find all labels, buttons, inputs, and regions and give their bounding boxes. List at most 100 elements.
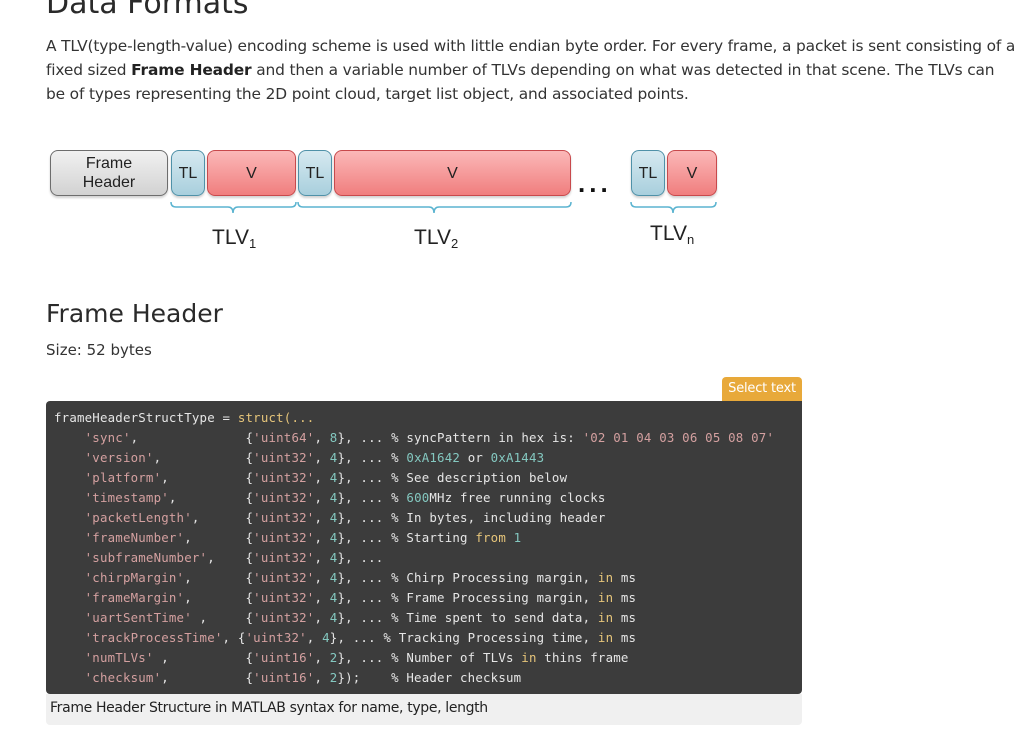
field-comment: % [391, 490, 407, 505]
field-comment: % Number of TLVs [391, 650, 522, 665]
field-comment: % In bytes, including header [391, 510, 606, 525]
field-size: 4 [322, 630, 330, 645]
tlvn-v-block: V [667, 150, 717, 196]
tlv2-label: TLV2 [414, 226, 459, 251]
code-line: 'timestamp', {'uint32', 4}, ... % 600MHz… [84, 490, 606, 505]
tlv2-v-block: V [334, 150, 571, 196]
field-comment: ms [613, 630, 637, 645]
field-comment: ms [613, 590, 637, 605]
field-comment: in [597, 630, 614, 645]
code-line: 'trackProcessTime', {'uint32', 4}, ... %… [84, 630, 637, 645]
field-type: 'uint32' [245, 630, 307, 645]
field-name: 'version' [84, 450, 154, 465]
tlv2-brace [297, 201, 572, 214]
field-comment: in [597, 610, 614, 625]
field-comment: 600 [406, 490, 430, 505]
field-comment: in [597, 570, 614, 585]
frame-header-title: Frame Header [46, 299, 223, 328]
tlv1-v-block: V [207, 150, 296, 196]
code-line: 'platform', {'uint32', 4}, ... % See des… [84, 470, 568, 485]
code-line: 'subframeNumber', {'uint32', 4}, ... [84, 550, 384, 565]
tlv1-tl-block: TL [171, 150, 205, 196]
field-comment: 0xA1443 [490, 450, 545, 465]
code-block[interactable]: frameHeaderStructType = struct(... 'sync… [46, 401, 802, 694]
frame-header-label-line2: Header [82, 174, 136, 191]
field-comment: hex is: [513, 430, 583, 445]
field-name: 'frameNumber' [84, 530, 185, 545]
code-line: 'uartSentTime' , {'uint32', 4}, ... % Ti… [84, 610, 637, 625]
field-comment: in [498, 430, 514, 445]
v-label: V [686, 164, 698, 182]
field-comment: ms [613, 570, 637, 585]
field-comment [506, 530, 514, 545]
field-type: 'uint16' [253, 670, 315, 685]
field-type: 'uint32' [253, 590, 315, 605]
section-title: Data Formats [46, 0, 249, 21]
field-comment: % Header checksum [391, 670, 522, 685]
field-comment: ms [613, 610, 637, 625]
field-name: 'platform' [84, 470, 162, 485]
field-name: 'frameMargin' [84, 590, 185, 605]
code-caption: Frame Header Structure in MATLAB syntax … [46, 694, 802, 725]
field-comment: % syncPattern [391, 430, 499, 445]
field-type: 'uint32' [253, 450, 315, 465]
field-type: 'uint32' [253, 570, 315, 585]
field-name: 'trackProcessTime' [84, 630, 223, 645]
field-comment: % See description below [391, 470, 568, 485]
v-label: V [246, 164, 257, 182]
code-line: 'frameNumber', {'uint32', 4}, ... % Star… [84, 530, 522, 545]
field-comment: '02 01 04 03 06 05 08 07' [582, 430, 775, 445]
field-comment: 0xA1642 [406, 450, 461, 465]
field-type: 'uint32' [253, 550, 315, 565]
frame-header-size: Size: 52 bytes [46, 341, 152, 359]
field-type: 'uint32' [253, 530, 315, 545]
tlv1-label: TLV1 [212, 226, 257, 251]
tlv-packet-diagram: Frame Header TL V TL V ... TL V TLV1 TLV2… [46, 146, 726, 256]
tlv2-tl-block: TL [298, 150, 332, 196]
field-comment: % [391, 450, 407, 465]
field-comment: 1 [513, 530, 522, 545]
field-name: 'sync' [84, 430, 131, 445]
tlv1-brace [170, 201, 297, 214]
field-comment: or [460, 450, 491, 465]
field-type: 'uint64' [253, 430, 315, 445]
tlvn-label: TLVn [650, 222, 695, 247]
code-line: 'version', {'uint32', 4}, ... % 0xA1642 … [84, 450, 545, 465]
field-type: 'uint32' [253, 490, 315, 505]
field-type: 'uint16' [253, 650, 315, 665]
field-comment: % Chirp Processing margin, [391, 570, 598, 585]
field-name: 'numTLVs' [84, 650, 154, 665]
ellipsis: ... [578, 168, 612, 198]
tlvn-brace [630, 201, 717, 214]
tl-label: TL [178, 164, 198, 182]
field-comment: MHz free running clocks [429, 490, 606, 505]
select-text-button[interactable]: Select text [722, 377, 802, 401]
frame-header-label-line1: Frame [85, 155, 133, 172]
field-type: 'uint32' [253, 610, 315, 625]
field-name: 'chirpMargin' [84, 570, 185, 585]
tlvn-tl-block: TL [631, 150, 665, 196]
field-type: 'uint32' [253, 510, 315, 525]
field-comment: % Frame Processing margin, [391, 590, 598, 605]
field-name: 'packetLength' [84, 510, 192, 525]
field-name: 'subframeNumber' [84, 550, 208, 565]
field-comment: % Starting [391, 530, 476, 545]
v-label: V [447, 164, 458, 182]
field-comment: in [597, 590, 614, 605]
code-line: 'frameMargin', {'uint32', 4}, ... % Fram… [84, 590, 637, 605]
frame-header-block: Frame Header [50, 150, 168, 196]
field-name: 'uartSentTime' [84, 610, 192, 625]
field-comment: % Tracking Processing time, [383, 630, 598, 645]
field-comment: from [475, 530, 506, 545]
field-comment: in [521, 650, 537, 665]
code-line: 'chirpMargin', {'uint32', 4}, ... % Chir… [84, 570, 637, 585]
intro-paragraph: A TLV(type-length-value) encoding scheme… [46, 34, 1016, 106]
code-line: 'packetLength', {'uint32', 4}, ... % In … [84, 510, 606, 525]
field-comment: thins frame [536, 650, 629, 665]
field-name: 'timestamp' [84, 490, 169, 505]
tl-label: TL [638, 164, 658, 182]
field-comment: % Time spent to send data, [391, 610, 598, 625]
intro-bold-frame-header: Frame Header [131, 61, 252, 79]
code-line: frameHeaderStructType = struct(... [54, 410, 315, 425]
code-line: 'checksum', {'uint16', 2}); % Header che… [84, 670, 522, 685]
